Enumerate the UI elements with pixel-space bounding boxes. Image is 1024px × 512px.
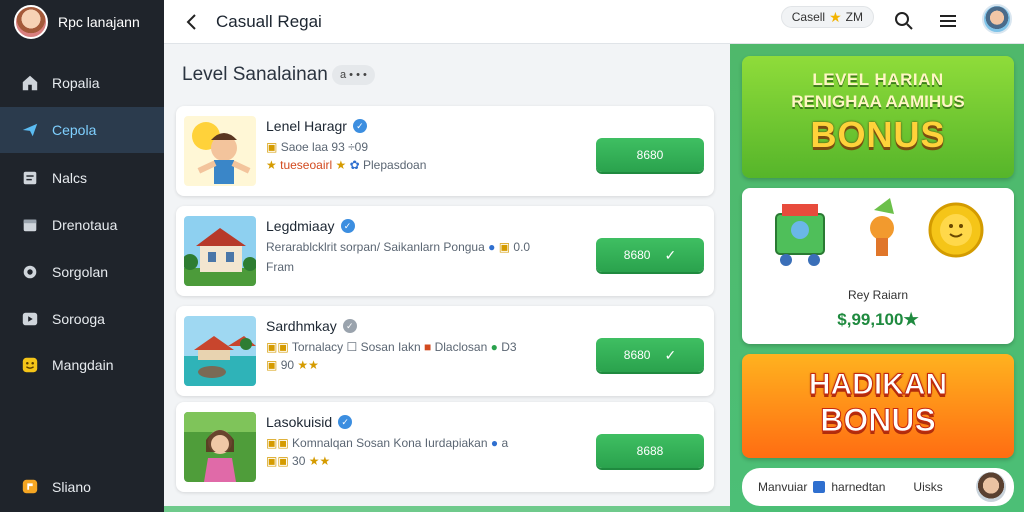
list-item[interactable]: Legdmiaay ✓ Rerarablcklrit sorpan/ Saikan… — [176, 206, 714, 296]
app-title: Rpc lanajann — [58, 14, 140, 30]
card-meta: Rerarablcklrit sorpan/ Saikanlarn Pongua… — [266, 240, 531, 254]
chat-icon — [20, 477, 40, 497]
search-icon[interactable] — [892, 9, 916, 33]
banner-bonus: BONUS — [820, 402, 937, 439]
prize-illustration — [775, 198, 984, 266]
check-icon: ✓ — [664, 346, 677, 363]
card-meta-secondary: Fram — [266, 260, 294, 274]
chip-value: ZM — [845, 10, 863, 24]
footer-mid: harnedtan — [831, 480, 886, 494]
sidebar-item-label: Sorgolan — [52, 264, 109, 280]
card-title: Legdmiaay ✓ — [266, 218, 355, 234]
prize-card[interactable]: Rey Raiarn $,99,100★ — [742, 188, 1014, 344]
footer-bar[interactable]: Manvuiar harnedtan Uisks — [742, 468, 1014, 506]
game-thumbnail — [184, 412, 256, 482]
game-thumbnail — [184, 316, 256, 386]
chip-label: Casell — [791, 10, 826, 24]
send-icon — [20, 120, 40, 140]
banner-line-1: HADIKAN — [808, 368, 948, 402]
notes-icon — [20, 168, 40, 188]
card-meta: ▣▣ Tornalacy ☐ Sosan Iakn ■ Dlaclosan ● … — [266, 340, 517, 354]
banner-line-1: LEVEL HARIAN — [812, 70, 944, 89]
footer-left: Manvuiar — [758, 480, 808, 494]
card-meta-secondary: ▣ 90 ★★ — [266, 358, 319, 372]
sidebar-item-ropalia[interactable]: Ropalia — [0, 60, 164, 106]
page-title: Casuall Regai — [216, 11, 322, 31]
badge-icon — [813, 481, 826, 493]
sidebar-item-label: Drenotaua — [52, 217, 118, 233]
play-button[interactable]: 8688 — [596, 434, 704, 468]
sidebar-item-drenotaua[interactable]: Drenotaua — [0, 202, 164, 248]
card-meta: ▣▣ Komnalqan Sosan Kona Iurdapiakan ● a — [266, 436, 509, 450]
sidebar-item-sorgolan[interactable]: Sorgolan — [0, 249, 164, 295]
home-icon — [20, 73, 40, 93]
play-button[interactable]: 8680 ✓ — [596, 238, 704, 272]
card-title: Lenel Haragr ✓ — [266, 118, 367, 134]
sidebar-item-label: Sliano — [52, 479, 91, 495]
section-pill[interactable]: a • • • — [332, 65, 375, 85]
banner-line-2: RENIGHAA AAMIHUS — [791, 92, 965, 111]
sidebar-item-cepola[interactable]: Cepola — [0, 107, 164, 153]
card-meta-secondary: ▣▣ 30 ★★ — [266, 454, 331, 468]
sidebar-item-mangdain[interactable]: Mangdain — [0, 342, 164, 388]
prize-amount: $,99,100★ — [837, 310, 919, 329]
play-button[interactable]: 8680 — [596, 138, 704, 172]
star-icon: ★ — [829, 8, 842, 25]
list-item[interactable]: Sardhmkay ✓ ▣▣ Tornalacy ☐ Sosan Iakn ■ D… — [176, 306, 714, 396]
verified-icon: ✓ — [342, 319, 357, 333]
claim-bonus-banner[interactable]: HADIKAN BONUS — [742, 354, 1014, 458]
sidebar: Rpc lanajann Ropalia Cepola Nalcs Drenot… — [0, 0, 164, 512]
sidebar-header: Rpc lanajann — [0, 0, 164, 44]
footer-right: Uisks — [913, 480, 943, 494]
sidebar-item-sliano[interactable]: Sliano — [0, 464, 164, 510]
verified-icon: ✓ — [338, 415, 353, 429]
daily-bonus-banner[interactable]: LEVEL HARIAN RENIGHAA AAMIHUS BONUS — [742, 56, 1014, 178]
card-title: Sardhmkay ✓ — [266, 318, 357, 334]
menu-icon[interactable] — [936, 9, 960, 33]
smile-icon — [20, 355, 40, 375]
game-thumbnail — [184, 116, 256, 186]
verified-icon: ✓ — [352, 119, 367, 133]
sidebar-item-label: Mangdain — [52, 357, 114, 373]
circle-icon — [20, 262, 40, 282]
calendar-icon — [20, 215, 40, 235]
sidebar-item-label: Ropalia — [52, 75, 100, 91]
sidebar-item-nalcs[interactable]: Nalcs — [0, 155, 164, 201]
sidebar-item-sorooga[interactable]: Sorooga — [0, 296, 164, 342]
sidebar-item-label: Sorooga — [52, 311, 105, 327]
game-thumbnail — [184, 216, 256, 286]
back-arrow-icon[interactable] — [182, 12, 202, 32]
currency-chip[interactable]: Casell ★ ZM — [780, 6, 874, 28]
right-panel: LEVEL HARIAN RENIGHAA AAMIHUS BONUS Rey … — [730, 44, 1024, 512]
sidebar-item-label: Cepola — [52, 122, 97, 138]
section-title: Level Sanalainan — [182, 64, 328, 85]
avatar[interactable] — [976, 472, 1006, 502]
card-title: Lasokuisid ✓ — [266, 414, 353, 430]
bottom-strip — [164, 506, 730, 512]
play-button[interactable]: 8680 ✓ — [596, 338, 704, 372]
user-avatar[interactable] — [982, 4, 1012, 34]
banner-bonus: BONUS — [810, 114, 946, 155]
main-content: Level Sanalainan a • • • Lenel Haragr ✓ ▣… — [164, 44, 730, 512]
top-bar: Casuall Regai Casell ★ ZM — [164, 0, 1024, 44]
card-meta: ▣ Saoe laa 93 ÷09 — [266, 140, 369, 154]
check-icon: ✓ — [664, 246, 677, 263]
prize-label: Rey Raiarn — [847, 288, 909, 302]
play-icon — [20, 309, 40, 329]
sidebar-item-label: Nalcs — [52, 170, 88, 186]
verified-icon: ✓ — [340, 219, 355, 233]
list-item[interactable]: Lenel Haragr ✓ ▣ Saoe laa 93 ÷09 ★ tueseo… — [176, 106, 714, 196]
list-item[interactable]: Lasokuisid ✓ ▣▣ Komnalqan Sosan Kona Iurd… — [176, 402, 714, 492]
card-meta-secondary: ★ tueseoairl ★ ✿ Plepasdoan — [266, 158, 427, 172]
avatar[interactable] — [14, 5, 48, 39]
